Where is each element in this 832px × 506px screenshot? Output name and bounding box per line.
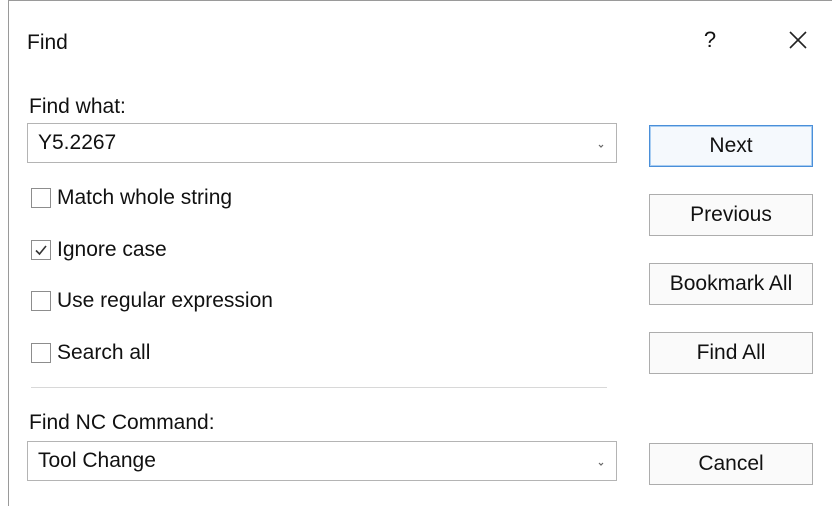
find-what-value: Y5.2267 [38, 131, 117, 154]
close-icon [789, 31, 807, 49]
bookmark-all-button[interactable]: Bookmark All [649, 263, 813, 305]
ignore-case-checkbox[interactable]: Ignore case [31, 236, 167, 264]
find-dialog: Find ? Find what: Y5.2267 Match whole st… [8, 0, 832, 506]
use-regular-expression-checkbox[interactable]: Use regular expression [31, 287, 273, 315]
close-button[interactable] [781, 23, 815, 57]
checkbox-box [31, 291, 51, 311]
dropdown-caret-icon [598, 144, 604, 148]
find-nc-command-label: Find NC Command: [29, 411, 215, 434]
checkbox-label: Ignore case [57, 238, 167, 261]
checkbox-box [31, 240, 51, 260]
checkbox-label: Search all [57, 341, 151, 364]
find-what-combobox[interactable]: Y5.2267 [27, 123, 617, 163]
separator [31, 387, 607, 388]
checkbox-label: Match whole string [57, 186, 233, 209]
next-button[interactable]: Next [649, 125, 813, 167]
checkbox-label: Use regular expression [57, 289, 273, 312]
cancel-button[interactable]: Cancel [649, 443, 813, 485]
find-what-label: Find what: [29, 95, 126, 118]
checkbox-box [31, 343, 51, 363]
checkmark-icon [35, 245, 47, 256]
checkbox-box [31, 188, 51, 208]
help-button[interactable]: ? [695, 23, 725, 57]
search-all-checkbox[interactable]: Search all [31, 339, 150, 367]
dialog-title: Find [27, 31, 68, 54]
dropdown-caret-icon [598, 462, 604, 466]
nc-command-combobox[interactable]: Tool Change [27, 441, 617, 481]
nc-command-value: Tool Change [38, 449, 156, 472]
find-all-button[interactable]: Find All [649, 332, 813, 374]
previous-button[interactable]: Previous [649, 194, 813, 236]
match-whole-string-checkbox[interactable]: Match whole string [31, 184, 232, 212]
